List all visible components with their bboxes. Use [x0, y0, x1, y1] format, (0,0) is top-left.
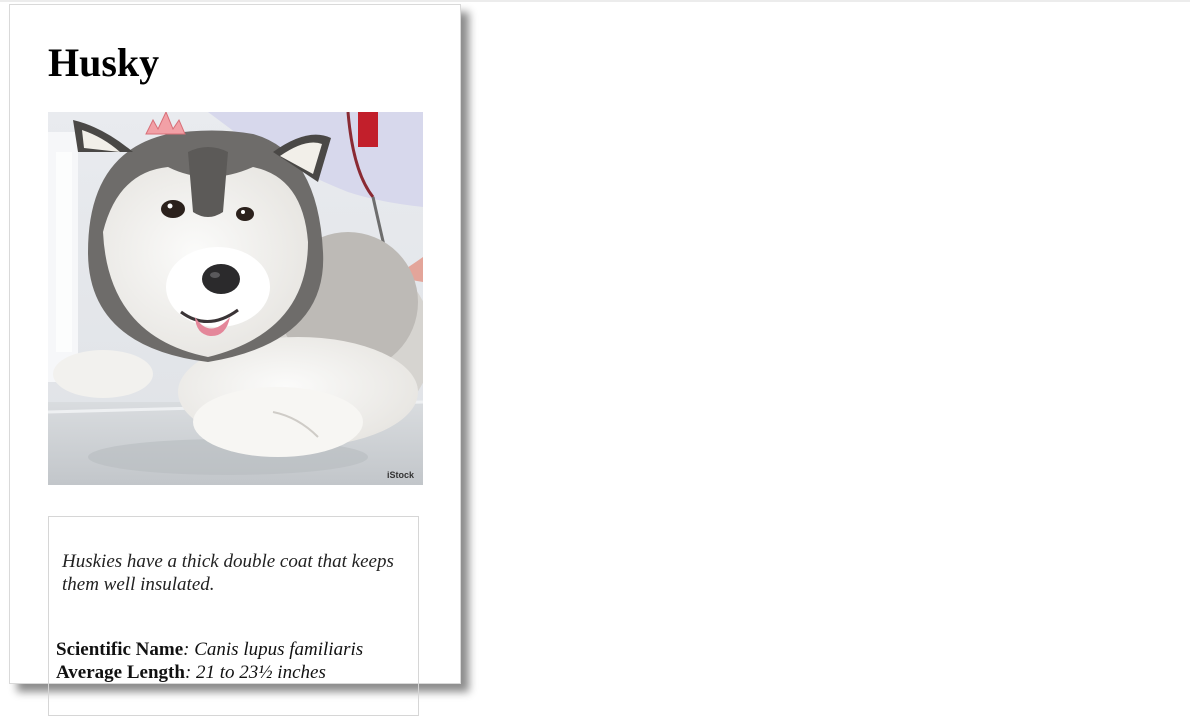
husky-illustration: iStock — [48, 112, 423, 485]
watermark-text: iStock — [387, 470, 415, 480]
husky-photo: iStock — [48, 112, 423, 485]
scientific-name-value: : Canis lupus familiaris — [183, 639, 364, 660]
info-box: Huskies have a thick double coat that ke… — [48, 516, 419, 716]
scientific-name-row: Scientific Name: Canis lupus familiaris — [56, 638, 363, 661]
browser-top-edge — [0, 0, 1190, 2]
average-length-row: Average Length: 21 to 23½ inches — [56, 661, 326, 684]
card-title: Husky — [48, 40, 160, 85]
fact-text: Huskies have a thick double coat that ke… — [62, 551, 394, 595]
scientific-name-label: Scientific Name — [56, 639, 184, 660]
average-length-value: : 21 to 23½ inches — [184, 662, 326, 683]
average-length-label: Average Length — [56, 662, 185, 683]
husky-card: Husky iStock Huskies have a thick double… — [9, 4, 461, 716]
